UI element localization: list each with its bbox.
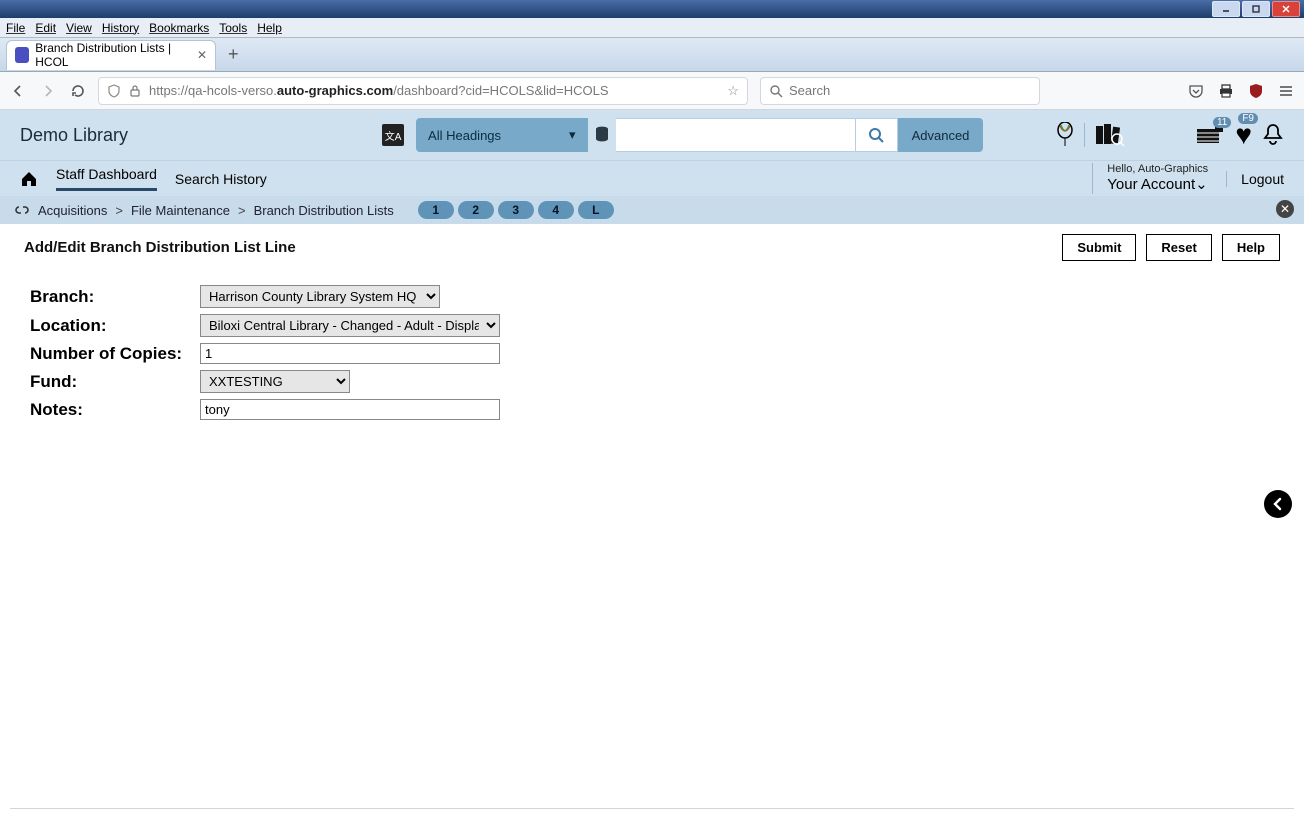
lock-icon	[129, 84, 141, 98]
fund-select[interactable]: XXTESTING	[200, 370, 350, 393]
pocket-icon[interactable]	[1188, 83, 1204, 99]
advanced-search-label: Advanced	[912, 128, 970, 143]
menu-file[interactable]: File	[6, 21, 25, 35]
os-menu-bar: File Edit View History Bookmarks Tools H…	[0, 18, 1304, 38]
nav-forward-icon[interactable]	[40, 83, 56, 99]
crumb-acquisitions[interactable]: Acquisitions	[38, 203, 107, 218]
advanced-search-button[interactable]: Advanced	[898, 118, 984, 152]
window-titlebar	[0, 0, 1304, 18]
menu-edit[interactable]: Edit	[35, 21, 56, 35]
nav-reload-icon[interactable]	[70, 83, 86, 99]
pill-l[interactable]: L	[578, 201, 614, 219]
ublock-icon[interactable]	[1248, 83, 1264, 99]
help-button[interactable]: Help	[1222, 234, 1280, 261]
url-post: /dashboard?cid=HCOLS&lid=HCOLS	[393, 83, 608, 98]
database-icon[interactable]	[588, 118, 616, 152]
breadcrumb-close-icon[interactable]: ✕	[1276, 200, 1294, 218]
breadcrumb-pills: 1 2 3 4 L	[418, 201, 614, 219]
nav-back-icon[interactable]	[10, 83, 26, 99]
search-category-label: All Headings	[428, 128, 501, 143]
favorites-badge: F9	[1238, 113, 1258, 124]
browser-toolbar: https://qa-hcols-verso.auto-graphics.com…	[0, 72, 1304, 110]
url-pre: https://qa-hcols-verso.	[149, 83, 277, 98]
app-nav: Staff Dashboard Search History Hello, Au…	[0, 160, 1304, 196]
print-icon[interactable]	[1218, 83, 1234, 99]
menu-view[interactable]: View	[66, 21, 92, 35]
crumb-branch-dist-lists[interactable]: Branch Distribution Lists	[254, 203, 394, 218]
chevron-down-icon: ⌄	[1195, 176, 1208, 193]
account-greeting: Hello, Auto-Graphics	[1107, 163, 1208, 176]
pill-4[interactable]: 4	[538, 201, 574, 219]
resources-icon[interactable]	[1084, 123, 1125, 147]
browser-tab-title: Branch Distribution Lists | HCOL	[35, 41, 189, 69]
copies-label: Number of Copies:	[30, 344, 200, 364]
chevron-down-icon: ▾	[569, 127, 576, 143]
tab-favicon-icon	[15, 47, 29, 63]
copies-input[interactable]	[200, 343, 500, 364]
pill-3[interactable]: 3	[498, 201, 534, 219]
window-close-button[interactable]	[1272, 1, 1300, 17]
location-label: Location:	[30, 316, 200, 336]
url-host: auto-graphics.com	[277, 83, 393, 98]
language-icon[interactable]: 文A	[382, 124, 404, 146]
crumb-separator: >	[115, 203, 123, 218]
menu-help[interactable]: Help	[257, 21, 282, 35]
bookmark-star-icon[interactable]: ☆	[727, 83, 739, 99]
menu-bookmarks[interactable]: Bookmarks	[149, 21, 209, 35]
window-maximize-button[interactable]	[1242, 1, 1270, 17]
balloon-icon[interactable]	[1056, 122, 1074, 148]
crumb-separator: >	[238, 203, 246, 218]
crumb-file-maintenance[interactable]: File Maintenance	[131, 203, 230, 218]
browser-search-placeholder: Search	[789, 83, 830, 98]
notifications-bell-icon[interactable]	[1262, 123, 1284, 147]
home-icon[interactable]	[20, 171, 38, 187]
fund-label: Fund:	[30, 372, 200, 392]
menu-tools[interactable]: Tools	[219, 21, 247, 35]
reset-button[interactable]: Reset	[1146, 234, 1211, 261]
favorites-icon[interactable]: ♥ F9	[1235, 119, 1252, 151]
chain-link-icon	[14, 203, 30, 217]
shield-icon	[107, 84, 121, 98]
branch-select[interactable]: Harrison County Library System HQ	[200, 285, 440, 308]
nav-staff-dashboard[interactable]: Staff Dashboard	[56, 166, 157, 191]
window-minimize-button[interactable]	[1212, 1, 1240, 17]
magnifier-icon	[769, 84, 783, 98]
menu-history[interactable]: History	[102, 21, 139, 35]
form-area: Branch: Harrison County Library System H…	[0, 271, 1304, 440]
search-category-dropdown[interactable]: All Headings ▾	[416, 118, 588, 152]
cart-icon[interactable]: 11	[1195, 123, 1225, 147]
pill-2[interactable]: 2	[458, 201, 494, 219]
browser-tab-strip: Branch Distribution Lists | HCOL ✕ +	[0, 38, 1304, 72]
app-header: Demo Library 文A All Headings ▾ Advanced …	[0, 110, 1304, 160]
browser-tab[interactable]: Branch Distribution Lists | HCOL ✕	[6, 40, 216, 70]
nav-search-history[interactable]: Search History	[175, 171, 267, 187]
page-header: Add/Edit Branch Distribution List Line S…	[0, 224, 1304, 271]
url-bar[interactable]: https://qa-hcols-verso.auto-graphics.com…	[98, 77, 748, 105]
pill-1[interactable]: 1	[418, 201, 454, 219]
tab-close-icon[interactable]: ✕	[197, 48, 207, 62]
new-tab-button[interactable]: +	[228, 44, 239, 65]
location-select[interactable]: Biloxi Central Library - Changed - Adult…	[200, 314, 500, 337]
browser-search-box[interactable]: Search	[760, 77, 1040, 105]
logout-link[interactable]: Logout	[1226, 171, 1284, 187]
branch-label: Branch:	[30, 287, 200, 307]
account-menu[interactable]: Hello, Auto-Graphics Your Account⌄	[1092, 163, 1208, 194]
notes-label: Notes:	[30, 400, 200, 420]
catalog-search-button[interactable]	[856, 118, 898, 152]
url-text: https://qa-hcols-verso.auto-graphics.com…	[149, 83, 609, 98]
library-name: Demo Library	[20, 125, 128, 146]
cart-badge: 11	[1213, 117, 1231, 128]
page-title: Add/Edit Branch Distribution List Line	[24, 239, 296, 256]
breadcrumb-bar: Acquisitions > File Maintenance > Branch…	[0, 196, 1304, 224]
footer-divider	[10, 808, 1294, 809]
floating-back-button[interactable]	[1264, 490, 1292, 518]
hamburger-menu-icon[interactable]	[1278, 83, 1294, 99]
account-name: Your Account⌄	[1107, 176, 1208, 194]
notes-input[interactable]	[200, 399, 500, 420]
catalog-search-input[interactable]	[616, 118, 856, 152]
submit-button[interactable]: Submit	[1062, 234, 1136, 261]
